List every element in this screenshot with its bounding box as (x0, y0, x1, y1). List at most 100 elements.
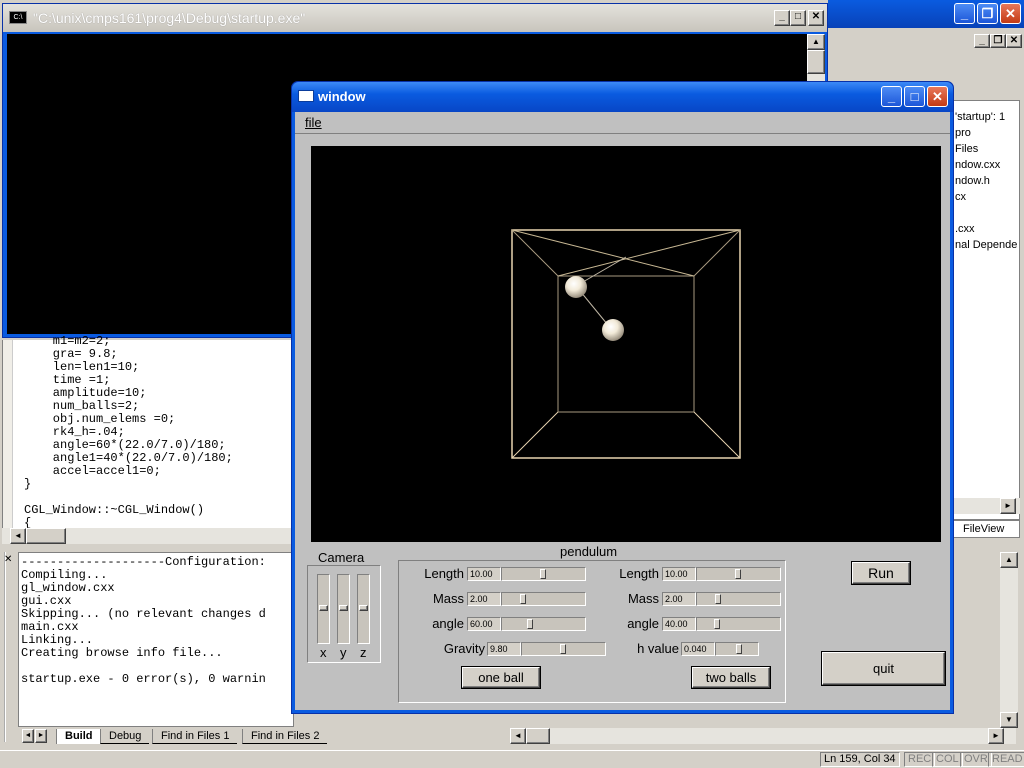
gravity-value[interactable]: 9.80 (487, 642, 521, 656)
left-mass-value[interactable]: 2.00 (467, 592, 501, 606)
output-scroll-down[interactable]: ▼ (1000, 712, 1018, 728)
right-mass-value[interactable]: 2.00 (662, 592, 696, 606)
child-restore-button[interactable]: ❐ (990, 34, 1006, 48)
right-angle-label: angle (627, 616, 659, 631)
hvalue-knob[interactable] (736, 644, 742, 654)
tab-scroll-left[interactable]: ◄ (22, 729, 34, 743)
left-length-slider[interactable] (501, 567, 586, 581)
editor-pane: m1=m2=2; gra= 9.8; len=len1=10; time =1;… (2, 335, 294, 530)
workspace-tab-fileview[interactable]: FileView (950, 520, 1020, 538)
right-mass-knob[interactable] (715, 594, 721, 604)
camera-z-label: z (360, 645, 367, 660)
console-maximize-button[interactable]: □ (790, 10, 806, 26)
editor-code[interactable]: m1=m2=2; gra= 9.8; len=len1=10; time =1;… (24, 335, 233, 530)
camera-slider-y[interactable] (337, 574, 350, 644)
hvalue-slider[interactable] (715, 642, 759, 656)
editor-line: accel=accel1=0; (24, 464, 161, 478)
gravity-slider[interactable] (521, 642, 606, 656)
right-length-slider[interactable] (696, 567, 781, 581)
tab-find-in-files-2[interactable]: Find in Files 2 (242, 729, 328, 744)
ide-restore-button[interactable]: ❐ (977, 3, 998, 24)
editor-gutter (3, 340, 13, 528)
right-angle-knob[interactable] (714, 619, 720, 629)
app-client: file Camera x y z pendulum Length 10.00 … (295, 112, 950, 710)
gl-canvas[interactable] (311, 146, 941, 542)
output-close-icon[interactable]: ✕ (4, 554, 12, 565)
ide-close-button[interactable]: ✕ (1000, 3, 1021, 24)
output-text: --------------------Configuration: Compil… (21, 556, 266, 686)
output-gripper (4, 552, 14, 742)
workspace-scroll-right[interactable]: ► (1000, 498, 1016, 514)
console-scroll-thumb[interactable] (807, 50, 825, 74)
output-vscrollbar[interactable]: ▲ ▼ (1000, 552, 1018, 728)
editor-scroll-thumb[interactable] (26, 528, 66, 544)
left-mass-label: Mass (432, 591, 464, 606)
left-mass-knob[interactable] (520, 594, 526, 604)
output-scroll-up[interactable]: ▲ (1000, 552, 1018, 568)
quit-button[interactable]: quit (822, 652, 945, 685)
app-window-icon (298, 90, 314, 102)
left-length-value[interactable]: 10.00 (467, 567, 501, 581)
app-maximize-button[interactable]: □ (904, 86, 925, 107)
child-minimize-button[interactable]: _ (974, 34, 990, 48)
workspace-line: ndow.cxx (955, 159, 1001, 171)
workspace-line: Files (955, 143, 979, 155)
left-mass-slider[interactable] (501, 592, 586, 606)
editor-line: CGL_Window::~CGL_Window() (24, 503, 205, 517)
gravity-knob[interactable] (560, 644, 566, 654)
right-angle-value[interactable]: 40.00 (662, 617, 696, 631)
tab-scroll-right[interactable]: ► (35, 729, 47, 743)
one-ball-button[interactable]: one ball (462, 667, 540, 688)
right-length-knob[interactable] (735, 569, 741, 579)
status-line-col: Ln 159, Col 34 (820, 752, 900, 767)
camera-slider-z[interactable] (357, 574, 370, 644)
output-scroll-right[interactable]: ► (988, 728, 1004, 744)
console-scroll-up[interactable]: ▲ (807, 34, 825, 50)
pendulum-group-title: pendulum (560, 544, 618, 559)
editor-scroll-left[interactable]: ◄ (10, 528, 26, 544)
app-minimize-button[interactable]: _ (881, 86, 902, 107)
left-length-label: Length (424, 566, 464, 581)
output-hscrollbar[interactable]: ◄ ► (510, 728, 1016, 744)
tab-debug[interactable]: Debug (100, 729, 150, 744)
run-button[interactable]: Run (852, 562, 910, 584)
camera-slider-x-knob[interactable] (319, 605, 328, 611)
workspace-line: ndow.h (955, 175, 990, 187)
tab-build[interactable]: Build (56, 729, 101, 744)
right-mass-label: Mass (627, 591, 659, 606)
camera-y-label: y (340, 645, 347, 660)
editor-hscrollbar[interactable]: ◄ (2, 528, 294, 544)
two-balls-button[interactable]: two balls (692, 667, 770, 688)
output-scroll-thumb[interactable] (526, 728, 550, 744)
child-close-button[interactable]: ✕ (1006, 34, 1022, 48)
left-length-knob[interactable] (540, 569, 546, 579)
output-line: Creating browse info file... (21, 646, 223, 660)
left-angle-slider[interactable] (501, 617, 586, 631)
pendulum-ball-1 (565, 276, 587, 298)
camera-slider-z-knob[interactable] (359, 605, 368, 611)
status-rec: REC (904, 752, 936, 767)
console-title: "C:\unix\cmps161\prog4\Debug\startup.exe… (33, 10, 306, 26)
right-length-value[interactable]: 10.00 (662, 567, 696, 581)
left-angle-knob[interactable] (527, 619, 533, 629)
camera-slider-x[interactable] (317, 574, 330, 644)
menu-file[interactable]: file (305, 115, 322, 130)
workspace-line: cx (955, 191, 966, 203)
console-close-button[interactable]: ✕ (808, 10, 824, 26)
right-angle-slider[interactable] (696, 617, 781, 631)
camera-slider-y-knob[interactable] (339, 605, 348, 611)
app-close-button[interactable]: ✕ (927, 86, 948, 107)
app-title: window (318, 89, 366, 104)
console-minimize-button[interactable]: _ (774, 10, 790, 26)
right-mass-slider[interactable] (696, 592, 781, 606)
tab-find-in-files-1[interactable]: Find in Files 1 (152, 729, 238, 744)
fileview-tab-label: FileView (963, 523, 1005, 535)
console-titlebar: C:\ "C:\unix\cmps161\prog4\Debug\startup… (3, 4, 827, 32)
ide-minimize-button[interactable]: _ (954, 3, 975, 24)
hvalue-value[interactable]: 0.040 (681, 642, 715, 656)
camera-x-label: x (320, 645, 327, 660)
left-angle-value[interactable]: 60.00 (467, 617, 501, 631)
output-scroll-left[interactable]: ◄ (510, 728, 526, 744)
workspace-line (955, 205, 1019, 221)
camera-label: Camera (318, 550, 365, 565)
